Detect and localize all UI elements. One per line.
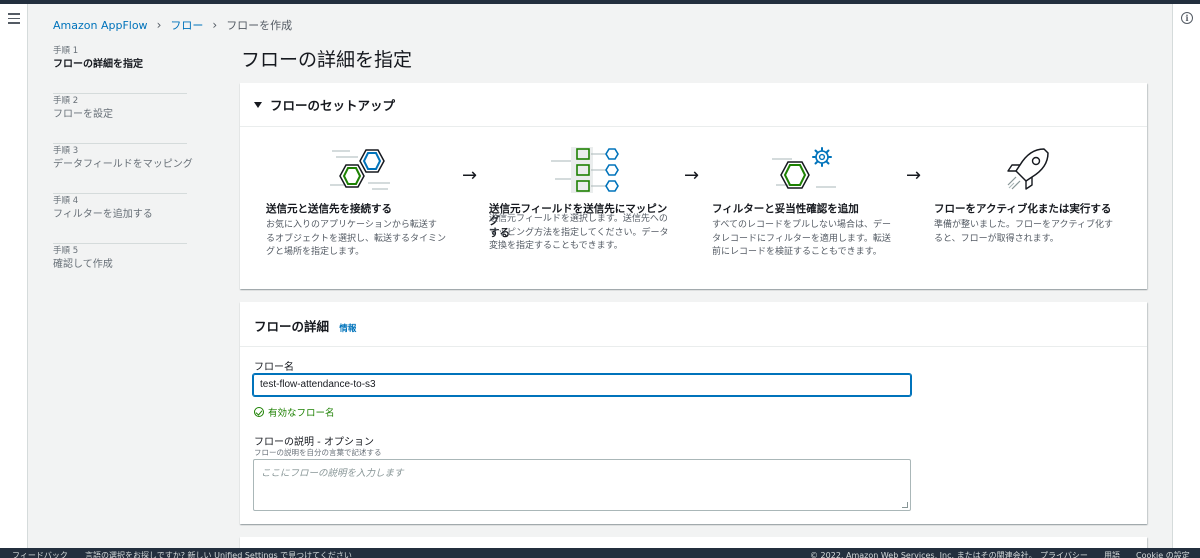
flow-setup-toggle[interactable]: フローのセットアップ (240, 83, 1147, 127)
wizard-step-3[interactable]: 手順 3 データフィールドをマッピング (53, 144, 193, 194)
validation-message: 有効なフロー名 (254, 405, 335, 419)
chevron-right-icon: › (156, 18, 162, 32)
filter-validate-icon (772, 147, 836, 189)
info-icon[interactable]: i (1181, 12, 1193, 24)
footer: フィードバック 言語の選択をお探しですか? 新しい Unified Settin… (0, 548, 1200, 558)
privacy-link[interactable]: プライバシー (1040, 550, 1088, 558)
right-tools-rail: i (1172, 4, 1200, 548)
stage-description-line: グと場所を指定します。 (266, 247, 365, 257)
validation-text: 有効なフロー名 (268, 408, 335, 419)
stage-description-line: 送信元フィールドを選択します。送信先への (489, 214, 668, 224)
stage-description: お気に入りのアプリケーションから転送す るオブジェクトを選択し、転送するタイミン… (266, 219, 451, 260)
stage-description-line: るオブジェクトを選択し、転送するタイミン (266, 233, 447, 244)
top-nav-bar (0, 0, 1200, 4)
check-circle-icon (254, 407, 264, 417)
stage-description-line: お気に入りのアプリケーションから転送す (266, 220, 437, 230)
terms-link[interactable]: 用語 (1104, 550, 1120, 558)
flow-description-textarea[interactable]: ここにフローの説明を入力します (253, 459, 911, 511)
arrow-right-icon: → (684, 165, 700, 186)
breadcrumb-current: フローを作成 (226, 19, 293, 32)
flow-details-title: フローの詳細 情報 (254, 316, 356, 335)
language-notice[interactable]: 言語の選択をお探しですか? 新しい Unified Settings で見つけて… (85, 550, 352, 558)
caret-down-icon (254, 101, 262, 108)
wizard-step-5[interactable]: 手順 5 確認して作成 (53, 244, 187, 294)
stage-description: 準備が整いました。フローをアクティブ化す ると、フローが取得されます。 (934, 219, 1119, 246)
stage-description-line: すべてのレコードをプルしない場合は、デー (712, 220, 892, 230)
cookie-link[interactable]: Cookie の設定 (1136, 550, 1190, 558)
flow-details-heading: フローの詳細 (254, 319, 330, 334)
stage-description-line: 変換を指定することもできます。 (489, 241, 623, 251)
copyright-text: © 2022, Amazon Web Services, Inc. またはその関… (810, 551, 1037, 558)
step-number: 手順 1 (53, 46, 79, 56)
stage-title: フィルターと妥当性確認を追加 (712, 203, 859, 215)
stage-description-line: マッピング方法を指定してください。データ (489, 227, 669, 238)
stage-title: フローをアクティブ化または実行する (934, 203, 1112, 215)
wizard-steps: 手順 1 フローの詳細を指定 手順 2 フローを設定 手順 3 データフィールド… (53, 44, 193, 294)
stage-description-line: ると、フローが取得されます。 (934, 233, 1059, 244)
connect-hexagons-icon (330, 149, 390, 190)
wizard-step-2[interactable]: 手順 2 フローを設定 (53, 94, 187, 144)
arrow-right-icon: → (906, 165, 922, 186)
stage-description-line: タレコードにフィルターを適用します。転送 (712, 233, 891, 244)
step-number: 手順 4 (53, 196, 79, 206)
flow-name-label: フロー名 (254, 362, 294, 373)
step-label: フローを設定 (53, 109, 113, 120)
step-label: フィルターを追加する (53, 209, 153, 220)
wizard-step-1[interactable]: 手順 1 フローの詳細を指定 (53, 44, 187, 94)
step-number: 手順 3 (53, 146, 79, 156)
flow-name-input[interactable]: test-flow-attendance-to-s3 (253, 374, 911, 396)
breadcrumb-appflow[interactable]: Amazon AppFlow (53, 19, 148, 32)
next-panel (240, 537, 1147, 548)
flow-description-hint: フローの説明を自分の言葉で記述する (254, 448, 382, 457)
description-placeholder: ここにフローの説明を入力します (261, 468, 404, 479)
page-title: フローの詳細を指定 (241, 49, 413, 71)
flow-description-label: フローの説明 - オプション (254, 437, 374, 448)
step-label: フローの詳細を指定 (53, 59, 143, 70)
left-navigation-rail (0, 4, 28, 548)
flow-setup-title: フローのセットアップ (270, 98, 396, 113)
stage-description: すべてのレコードをプルしない場合は、デー タレコードにフィルターを適用します。転… (712, 219, 897, 260)
rocket-icon (1007, 148, 1049, 190)
step-number: 手順 2 (53, 96, 79, 106)
breadcrumb-flows[interactable]: フロー (170, 17, 203, 33)
arrow-right-icon: → (462, 165, 478, 186)
stage-description-line: 準備が整いました。フローをアクティブ化す (934, 220, 1114, 230)
stage-description: 送信元フィールドを選択します。送信先への マッピング方法を指定してください。デー… (489, 213, 674, 254)
breadcrumb: Amazon AppFlow › フロー › フローを作成 (53, 17, 292, 33)
menu-icon[interactable] (8, 13, 20, 24)
stage-title: 送信元と送信先を接続する (266, 203, 392, 215)
step-number: 手順 5 (53, 246, 79, 256)
stage-description-line: 前にレコードを検証することもできます。 (712, 247, 882, 257)
step-label: データフィールドをマッピング (53, 159, 193, 170)
flow-setup-panel: フローのセットアップ 送信元と送信先を接続する お気に入りのアプリケーションから… (240, 83, 1147, 289)
divider (240, 346, 1147, 347)
chevron-right-icon: › (212, 18, 218, 32)
flow-details-panel: フローの詳細 情報 フロー名 test-flow-attendance-to-s… (240, 302, 1147, 524)
field-mapping-icon (551, 147, 619, 193)
step-label: 確認して作成 (53, 259, 113, 270)
wizard-step-4[interactable]: 手順 4 フィルターを追加する (53, 194, 187, 244)
info-link[interactable]: 情報 (339, 324, 356, 334)
resize-handle-icon[interactable] (902, 502, 908, 508)
feedback-link[interactable]: フィードバック (12, 550, 68, 558)
